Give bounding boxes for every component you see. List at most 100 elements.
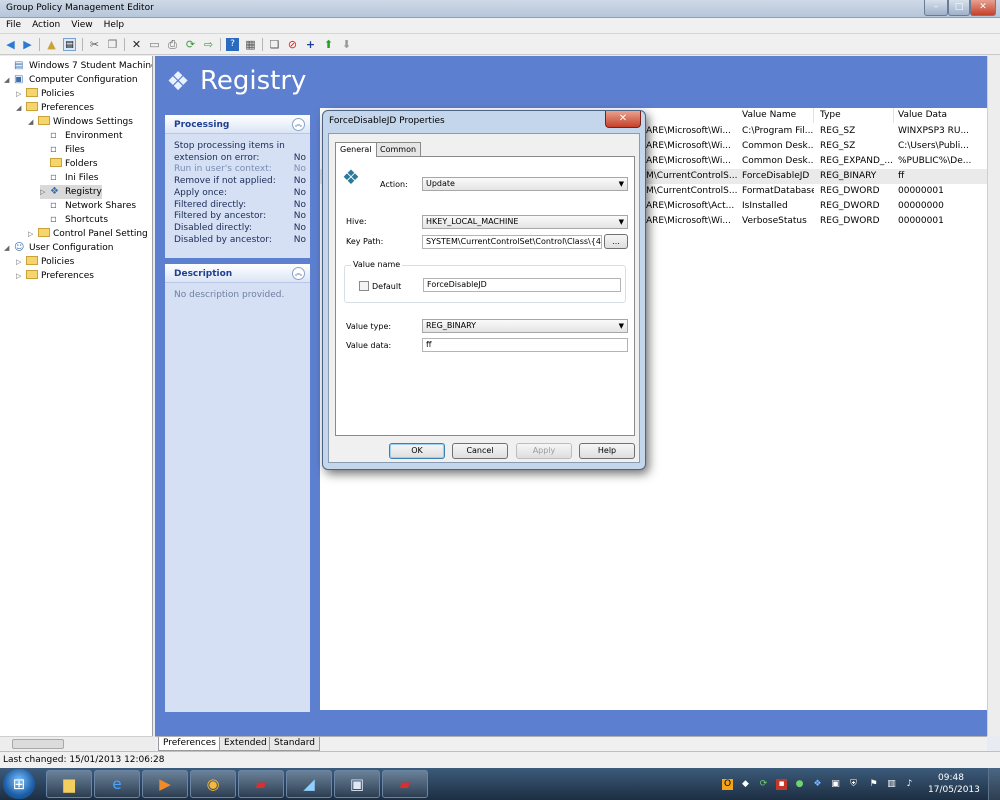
move-up-icon[interactable]: ⬆ bbox=[322, 38, 335, 51]
tree-horizontal-scrollbar[interactable] bbox=[0, 736, 153, 751]
clock[interactable]: 09:48 17/05/2013 bbox=[928, 772, 980, 796]
collapse-chevron-icon[interactable]: ︽ bbox=[292, 267, 305, 280]
up-folder-icon[interactable]: ▲ bbox=[45, 38, 58, 51]
action-select[interactable]: Update ▼ bbox=[422, 177, 628, 191]
blue-app-icon[interactable]: ◢ bbox=[286, 770, 332, 798]
media-player-icon[interactable]: ▶ bbox=[142, 770, 188, 798]
help-icon[interactable]: ? bbox=[226, 38, 239, 51]
expand-arrow-icon[interactable]: ▷ bbox=[28, 227, 38, 241]
tab-preferences[interactable]: Preferences bbox=[158, 737, 221, 751]
collapse-chevron-icon[interactable]: ︽ bbox=[292, 118, 305, 131]
vertical-scrollbar[interactable] bbox=[987, 56, 1000, 736]
toggle-view-icon[interactable]: ▦ bbox=[244, 38, 257, 51]
internet-explorer-icon[interactable]: e bbox=[94, 770, 140, 798]
flag-icon[interactable]: ⚑ bbox=[868, 779, 879, 790]
properties-icon[interactable]: ▭ bbox=[148, 38, 161, 51]
tree-node[interactable]: ◢ Windows Settings bbox=[28, 115, 133, 129]
outlook-tray-icon[interactable]: O bbox=[722, 779, 733, 790]
tree-node[interactable]: ▷ Preferences bbox=[16, 269, 94, 283]
start-button[interactable]: ⊞ bbox=[3, 769, 35, 799]
tree-node[interactable]: ▫ Network Shares bbox=[40, 199, 136, 213]
expand-arrow-icon[interactable]: ◢ bbox=[16, 101, 26, 115]
add-icon[interactable]: + bbox=[304, 38, 317, 51]
tree-node[interactable]: ▷ Policies bbox=[16, 87, 74, 101]
expand-arrow-icon[interactable]: ▷ bbox=[16, 255, 26, 269]
cancel-button[interactable]: Cancel bbox=[452, 443, 508, 459]
sync-tray-icon[interactable]: ⟳ bbox=[758, 779, 769, 790]
scrollbar-thumb[interactable] bbox=[12, 739, 64, 749]
column-header-type[interactable]: Type bbox=[816, 108, 894, 123]
delete-icon[interactable]: ✕ bbox=[130, 38, 143, 51]
green-tray-icon[interactable]: ● bbox=[794, 779, 805, 790]
volume-icon[interactable]: ♪ bbox=[904, 779, 915, 790]
show-desktop-button[interactable] bbox=[988, 768, 1000, 800]
move-down-icon[interactable]: ⬇ bbox=[340, 38, 353, 51]
close-button[interactable]: ✕ bbox=[970, 0, 996, 16]
column-header-value-name[interactable]: Value Name bbox=[738, 108, 814, 123]
tree-node[interactable]: ▷ Control Panel Setting bbox=[28, 227, 148, 241]
value-type-select[interactable]: REG_BINARY ▼ bbox=[422, 319, 628, 333]
dropbox-tray-icon[interactable]: ❖ bbox=[812, 779, 823, 790]
help-button[interactable]: Help bbox=[579, 443, 635, 459]
tree-node[interactable]: ▫ Shortcuts bbox=[40, 213, 108, 227]
tree-node[interactable]: ◢ ▣ Computer Configuration bbox=[4, 73, 138, 87]
expand-arrow-icon[interactable]: ▷ bbox=[16, 269, 26, 283]
processing-header[interactable]: Processing ︽ bbox=[165, 115, 310, 134]
cut-icon[interactable]: ✂ bbox=[88, 38, 101, 51]
forward-arrow-icon[interactable]: ▶ bbox=[21, 38, 34, 51]
browse-button[interactable]: ... bbox=[604, 234, 628, 249]
key-path-field[interactable]: SYSTEM\CurrentControlSet\Control\Class\{… bbox=[422, 235, 602, 249]
tab-standard[interactable]: Standard bbox=[269, 737, 320, 751]
ok-button[interactable]: OK bbox=[389, 443, 445, 459]
default-checkbox[interactable] bbox=[359, 281, 369, 291]
tree-node[interactable]: ◢ ☺ User Configuration bbox=[4, 241, 113, 255]
description-header[interactable]: Description ︽ bbox=[165, 264, 310, 283]
tree-node[interactable]: ▷ Policies bbox=[16, 255, 74, 269]
tree-node[interactable]: ▫ Files bbox=[40, 143, 85, 157]
tab-extended[interactable]: Extended bbox=[219, 737, 272, 751]
tree-node[interactable]: ▷ ❖ Registry bbox=[40, 185, 102, 199]
copy-icon[interactable]: ❐ bbox=[106, 38, 119, 51]
toolbox-icon[interactable]: ▰ bbox=[238, 770, 284, 798]
show-hide-tree-icon[interactable]: ▤ bbox=[63, 38, 76, 51]
back-arrow-icon[interactable]: ◀ bbox=[4, 38, 17, 51]
file-explorer-icon[interactable]: ▆ bbox=[46, 770, 92, 798]
tree-node[interactable]: ▤ Windows 7 Student Machines [( bbox=[4, 59, 152, 73]
menu-file[interactable]: File bbox=[0, 18, 26, 30]
new-item-icon[interactable]: ❏ bbox=[268, 38, 281, 51]
column-header-value-data[interactable]: Value Data bbox=[894, 108, 990, 123]
tree-node[interactable]: ◢ Preferences bbox=[16, 101, 94, 115]
tab-common[interactable]: Common bbox=[375, 142, 422, 156]
tab-general[interactable]: General bbox=[335, 142, 377, 157]
maximize-button[interactable]: □ bbox=[948, 0, 970, 16]
shield-icon[interactable]: ⛨ bbox=[848, 779, 859, 790]
print-icon[interactable]: ⎙ bbox=[166, 38, 179, 51]
network-icon[interactable]: ▣ bbox=[334, 770, 380, 798]
expand-arrow-icon[interactable]: ▷ bbox=[16, 87, 26, 101]
value-name-field[interactable]: ForceDisableJD bbox=[423, 278, 621, 292]
toolbox-red-icon[interactable]: ▰ bbox=[382, 770, 428, 798]
menu-view[interactable]: View bbox=[65, 18, 97, 30]
expand-arrow-icon[interactable]: ◢ bbox=[28, 115, 38, 129]
menu-action[interactable]: Action bbox=[26, 18, 65, 30]
menu-help[interactable]: Help bbox=[98, 18, 130, 30]
stop-icon[interactable]: ⊘ bbox=[286, 38, 299, 51]
apply-button[interactable]: Apply bbox=[516, 443, 572, 459]
hive-select[interactable]: HKEY_LOCAL_MACHINE ▼ bbox=[422, 215, 628, 229]
window-title-bar[interactable]: Group Policy Management Editor – □ ✕ bbox=[0, 0, 1000, 18]
console-tree[interactable]: ▤Windows 7 Student Machines [(◢▣Computer… bbox=[0, 56, 153, 736]
expand-arrow-icon[interactable]: ◢ bbox=[4, 73, 14, 87]
tree-node[interactable]: Folders bbox=[40, 157, 98, 171]
tree-node[interactable]: ▫ Ini Files bbox=[40, 171, 98, 185]
network-status-icon[interactable]: ▥ bbox=[886, 779, 897, 790]
export-icon[interactable]: ⇨ bbox=[202, 38, 215, 51]
outlook-icon[interactable]: ◉ bbox=[190, 770, 236, 798]
refresh-icon[interactable]: ⟳ bbox=[184, 38, 197, 51]
value-data-field[interactable]: ff bbox=[422, 338, 628, 352]
minimize-button[interactable]: – bbox=[924, 0, 948, 16]
expand-arrow-icon[interactable]: ◢ bbox=[4, 241, 14, 255]
dialog-close-button[interactable]: ✕ bbox=[605, 111, 641, 128]
window-tray-icon[interactable]: ▣ bbox=[830, 779, 841, 790]
expand-arrow-icon[interactable]: ▷ bbox=[40, 185, 50, 199]
tree-node[interactable]: ▫ Environment bbox=[40, 129, 122, 143]
